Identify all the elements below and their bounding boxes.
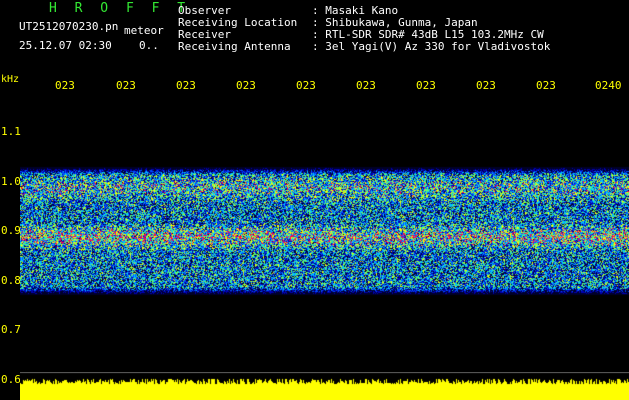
info-label-antenna: Receiving Antenna bbox=[178, 40, 291, 53]
info-value-observer: : Masaki Kano bbox=[312, 4, 399, 17]
x-tick-label: 023 bbox=[296, 79, 316, 92]
info-value-receiver: : RTL-SDR SDR# 43dB L15 103.2MHz CW bbox=[312, 28, 544, 41]
x-tick-label: 023 bbox=[236, 79, 256, 92]
y-tick-label: 0.7 bbox=[1, 323, 21, 336]
spectrogram-screen: H R O F F T UT2512070230.pn meteor 25.12… bbox=[0, 0, 629, 400]
y-tick-label: 0.6 bbox=[1, 373, 21, 386]
spectrogram-plot bbox=[20, 95, 629, 372]
datetime-label: 25.12.07 02:30 bbox=[19, 39, 112, 52]
info-label-receiver: Receiver bbox=[178, 28, 231, 41]
x-tick-label: 023 bbox=[416, 79, 436, 92]
y-axis-unit: kHz bbox=[1, 74, 20, 85]
y-tick-label: 0.8 bbox=[1, 274, 21, 287]
info-label-observer: Observer bbox=[178, 4, 231, 17]
info-value-location: : Shibukawa, Gunma, Japan bbox=[312, 16, 478, 29]
x-tick-label: 0240 bbox=[595, 79, 622, 92]
x-tick-label: 023 bbox=[176, 79, 196, 92]
info-value-antenna: : 3el Yagi(V) Az 330 for Vladivostok bbox=[312, 40, 551, 53]
y-tick-label: 0.9 bbox=[1, 224, 21, 237]
info-label-location: Receiving Location bbox=[178, 16, 298, 29]
x-tick-label: 023 bbox=[55, 79, 75, 92]
filename-label: UT2512070230.pn bbox=[19, 20, 119, 33]
x-tick-label: 023 bbox=[116, 79, 136, 92]
x-tick-label: 023 bbox=[476, 79, 496, 92]
x-tick-label: 023 bbox=[536, 79, 556, 92]
y-tick-label: 1.1 bbox=[1, 125, 21, 138]
x-tick-label: 023 bbox=[356, 79, 376, 92]
mode-label: meteor bbox=[124, 24, 164, 37]
counter-label: 0.. bbox=[139, 39, 159, 52]
station-title: H R O F F T bbox=[49, 1, 191, 16]
signal-level-strip bbox=[20, 372, 629, 400]
y-tick-label: 1.0 bbox=[1, 175, 21, 188]
